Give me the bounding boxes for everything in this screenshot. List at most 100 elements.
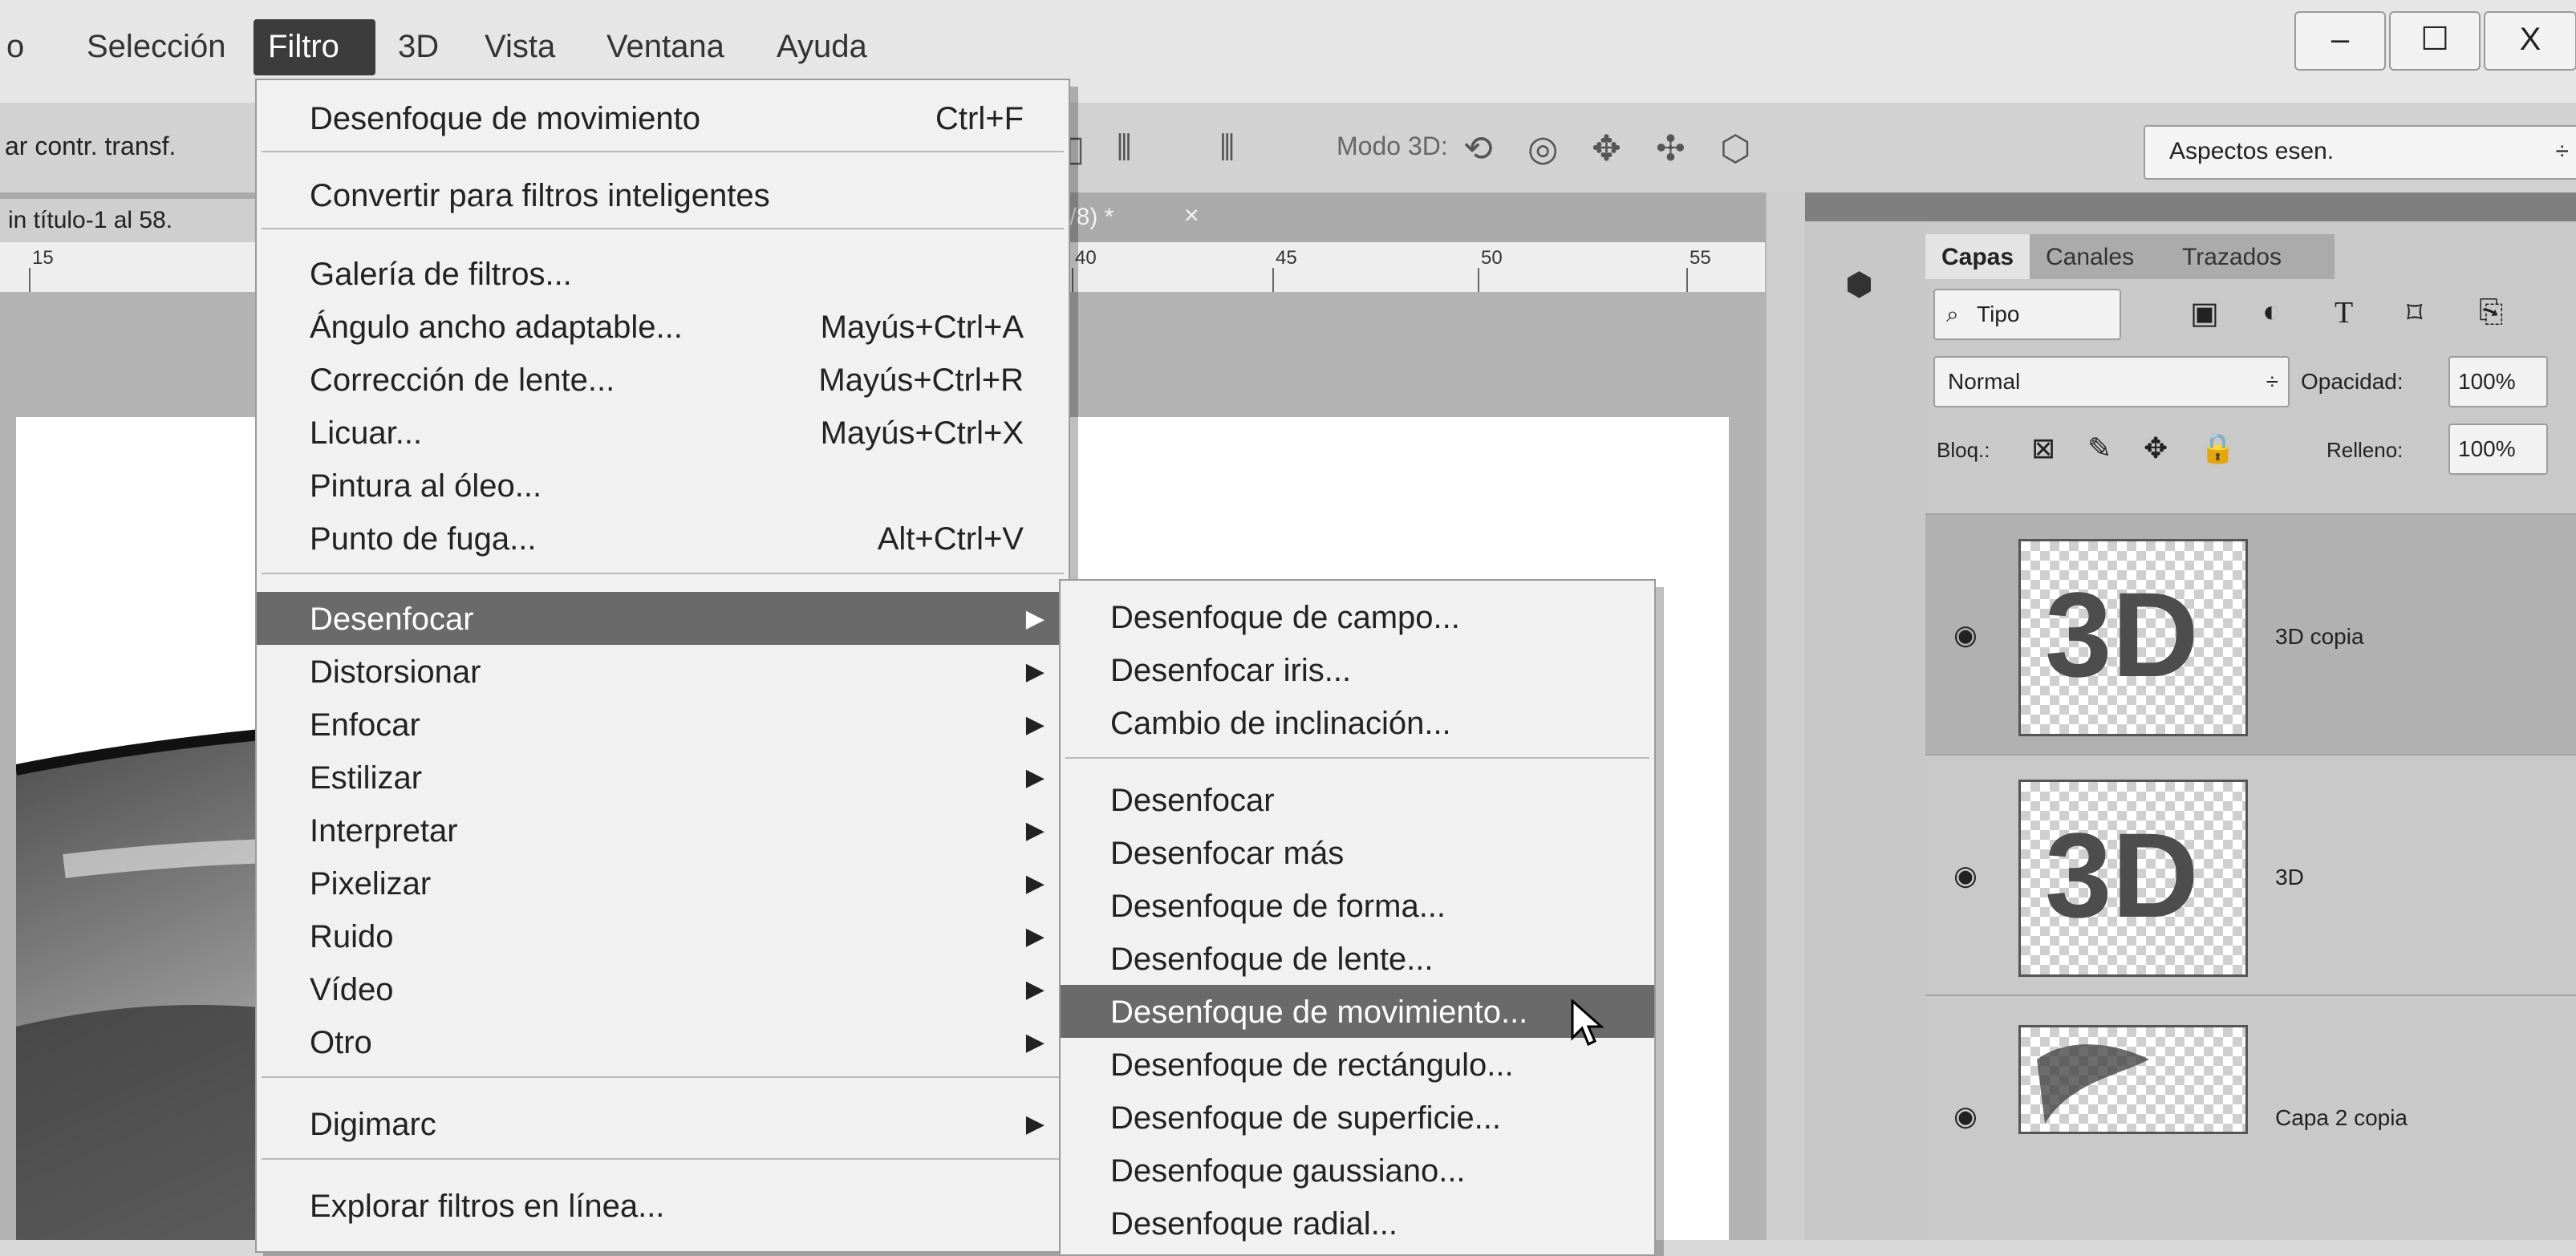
tab-capas[interactable]: Capas <box>1925 234 2030 279</box>
menu-item-label: Galería de filtros... <box>310 257 572 292</box>
fill-field[interactable]: 100% <box>2448 423 2548 475</box>
vertical-scrollbar[interactable] <box>1765 192 1807 1240</box>
document-tab-title: in título-1 al 58. <box>8 207 173 233</box>
menu-item-oil-paint[interactable]: Pintura al óleo... <box>257 459 1069 512</box>
menu-item-label: Desenfoque de forma... <box>1110 889 1446 924</box>
menu-item-motion-blur[interactable]: Desenfoque de movimiento... <box>1061 985 1654 1047</box>
menu-item-field-blur[interactable]: Desenfoque de campo... <box>1061 590 1654 643</box>
thumbnail-3d-text: 3D <box>2045 567 2199 702</box>
slide-3d-icon[interactable]: ✣ <box>1656 128 1686 169</box>
opacity-value: 100% <box>2458 369 2516 394</box>
eye-icon[interactable]: ◉ <box>1943 860 1988 892</box>
menu-item-lens-correction[interactable]: Corrección de lente... Mayús+Ctrl+R <box>257 353 1069 406</box>
submenu-arrow-icon: ▶ <box>1025 1111 1045 1137</box>
pan-3d-icon[interactable]: ✥ <box>1592 128 1621 169</box>
transform-controls-label[interactable]: ar contr. transf. <box>5 132 176 161</box>
menu-separator <box>1065 757 1649 759</box>
tab-trazados[interactable]: Trazados <box>2166 234 2335 279</box>
layer-filter-select[interactable]: ⌕ Tipo <box>1933 289 2121 340</box>
menu-item-tilt-shift[interactable]: Cambio de inclinación... <box>1061 696 1654 749</box>
menu-item-desenfocar[interactable]: Desenfocar ▶ <box>257 592 1069 645</box>
lock-transparent-icon[interactable]: ⊠ <box>2031 431 2055 465</box>
menu-ayuda[interactable]: Ayuda <box>777 29 867 65</box>
distribute-icon[interactable]: ⫴ <box>1117 128 1131 168</box>
minimize-button[interactable]: – <box>2294 11 2386 71</box>
menu-item-label: Explorar filtros en línea... <box>310 1189 665 1224</box>
menu-item-radial-blur[interactable]: Desenfoque radial... <box>1061 1197 1654 1250</box>
menu-item-ruido[interactable]: Ruido ▶ <box>257 910 1069 962</box>
menu-item-estilizar[interactable]: Estilizar ▶ <box>257 751 1069 804</box>
menu-item-otro[interactable]: Otro ▶ <box>257 1015 1069 1068</box>
menu-item-digimarc[interactable]: Digimarc ▶ <box>257 1097 1069 1150</box>
menu-item-surface-blur[interactable]: Desenfoque de superficie... <box>1061 1091 1654 1144</box>
tab-canales[interactable]: Canales <box>2030 234 2166 279</box>
eye-icon[interactable]: ◉ <box>1943 1100 1988 1132</box>
menu-item-browse-filters-online[interactable]: Explorar filtros en línea... <box>257 1179 1069 1232</box>
auto-align-icon[interactable]: ⦀ <box>1219 128 1235 168</box>
lock-pixels-icon[interactable]: ✎ <box>2087 431 2112 465</box>
menu-item-pixelizar[interactable]: Pixelizar ▶ <box>257 857 1069 910</box>
submenu-arrow-icon: ▶ <box>1025 923 1045 950</box>
menu-item-video[interactable]: Vídeo ▶ <box>257 962 1069 1015</box>
menu-item-interpretar[interactable]: Interpretar ▶ <box>257 804 1069 857</box>
submenu-arrow-icon: ▶ <box>1025 606 1045 632</box>
menu-ventana[interactable]: Ventana <box>606 29 724 65</box>
menu-separator <box>262 1158 1064 1160</box>
menu-edicion-partial[interactable]: o <box>6 29 24 65</box>
menu-item-label: Desenfocar iris... <box>1110 653 1352 688</box>
menu-filtro[interactable]: Filtro <box>254 19 375 75</box>
document-tab[interactable]: in título-1 al 58. <box>0 199 265 242</box>
menu-item-enfocar[interactable]: Enfocar ▶ <box>257 698 1069 751</box>
smart-object-filter-icon[interactable]: ⎘ <box>2479 295 2503 330</box>
orbit-3d-icon[interactable]: ⟲ <box>1463 128 1493 169</box>
layer-thumbnail: 3D <box>2018 539 2248 736</box>
blend-mode-select[interactable]: Normal ÷ <box>1933 356 2290 407</box>
menu-item-liquify[interactable]: Licuar... Mayús+Ctrl+X <box>257 406 1069 459</box>
menu-3d[interactable]: 3D <box>398 29 439 65</box>
menu-item-iris-blur[interactable]: Desenfocar iris... <box>1061 643 1654 696</box>
layer-row[interactable]: ◉ Capa 2 copia <box>1925 995 2576 1237</box>
menu-item-vanishing-point[interactable]: Punto de fuga... Alt+Ctrl+V <box>257 512 1069 565</box>
menu-item-last-filter[interactable]: Desenfoque de movimiento Ctrl+F <box>257 91 1069 144</box>
3d-cube-icon[interactable]: ⬢ <box>1845 266 1873 303</box>
layer-name[interactable]: 3D <box>2275 865 2304 890</box>
scale-3d-icon[interactable]: ⬡ <box>1720 128 1750 169</box>
layer-name[interactable]: 3D copia <box>2275 624 2364 650</box>
adjustment-layer-filter-icon[interactable]: ◐ <box>2262 295 2281 330</box>
thumbnail-smear <box>2037 1044 2149 1124</box>
menu-item-label: Estilizar <box>310 760 423 796</box>
type-layer-filter-icon[interactable]: T <box>2335 295 2353 330</box>
layer-row[interactable]: ◉ 3D 3D copia <box>1925 513 2576 756</box>
tab-close-icon[interactable]: × <box>1184 201 1199 230</box>
menu-item-convert-smart-filters[interactable]: Convertir para filtros inteligentes <box>257 168 1069 221</box>
workspace-label: Aspectos esen. <box>2169 138 2335 164</box>
eye-icon[interactable]: ◉ <box>1943 619 1988 651</box>
menu-item-adaptive-wide-angle[interactable]: Ángulo ancho adaptable... Mayús+Ctrl+A <box>257 300 1069 353</box>
menu-vista[interactable]: Vista <box>485 29 555 65</box>
lock-position-icon[interactable]: ✥ <box>2144 431 2168 465</box>
maximize-button[interactable]: ☐ <box>2389 11 2481 71</box>
menu-seleccion[interactable]: Selección <box>87 29 225 65</box>
menu-item-shape-blur[interactable]: Desenfoque de forma... <box>1061 879 1654 932</box>
menu-item-box-blur[interactable]: Desenfoque de rectángulo... <box>1061 1038 1654 1091</box>
menu-item-distorsionar[interactable]: Distorsionar ▶ <box>257 645 1069 698</box>
roll-3d-icon[interactable]: ◎ <box>1527 128 1558 169</box>
pixel-layer-filter-icon[interactable]: ▣ <box>2190 295 2219 331</box>
menu-item-shortcut: Mayús+Ctrl+R <box>818 363 1024 398</box>
close-button[interactable]: X <box>2484 11 2576 71</box>
lock-all-icon[interactable]: 🔒 <box>2200 431 2236 465</box>
menu-item-gaussian-blur[interactable]: Desenfoque gaussiano... <box>1061 1144 1654 1197</box>
submenu-arrow-icon: ▶ <box>1025 1029 1045 1055</box>
submenu-arrow-icon: ▶ <box>1025 711 1045 738</box>
submenu-arrow-icon: ▶ <box>1025 870 1045 897</box>
menu-item-label: Desenfoque radial... <box>1110 1206 1398 1242</box>
workspace-select[interactable]: Aspectos esen. ÷ <box>2144 125 2576 180</box>
menu-item-lens-blur[interactable]: Desenfoque de lente... <box>1061 932 1654 985</box>
opacity-field[interactable]: 100% <box>2448 356 2548 407</box>
menu-item-blur[interactable]: Desenfocar <box>1061 773 1654 826</box>
layer-row[interactable]: ◉ 3D 3D <box>1925 754 2576 996</box>
menu-item-filter-gallery[interactable]: Galería de filtros... <box>257 247 1069 300</box>
layer-name[interactable]: Capa 2 copia <box>2275 1105 2408 1131</box>
shape-layer-filter-icon[interactable]: ⌑ <box>2407 295 2423 331</box>
menu-item-blur-more[interactable]: Desenfocar más <box>1061 826 1654 879</box>
